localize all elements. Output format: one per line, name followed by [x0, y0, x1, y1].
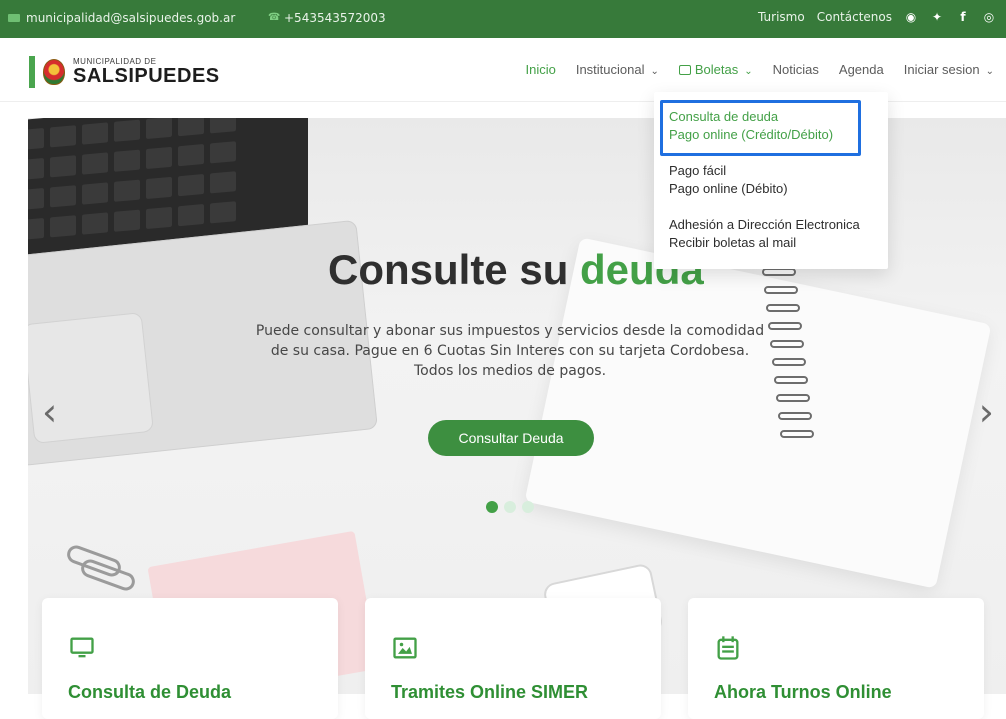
facebook-icon[interactable]: f [956, 10, 970, 24]
dropdown-item-pago-facil[interactable]: Pago fácil [669, 162, 873, 180]
spiral-ring [772, 358, 806, 366]
dropdown-group-2: Pago fácil Pago online (Débito) [669, 162, 873, 198]
keyboard-key [210, 118, 236, 134]
keyboard-key [114, 149, 140, 172]
keyboard-key [28, 157, 44, 181]
logo-text: MUNICIPALIDAD DE SALSIPUEDES [73, 58, 220, 87]
keyboard-key [50, 125, 76, 148]
keyboard-key [28, 127, 44, 151]
spiral-ring [770, 340, 804, 348]
whatsapp-icon[interactable]: ◉ [904, 10, 918, 24]
keyboard-key [178, 143, 204, 167]
chevron-down-icon: ⌄ [650, 66, 659, 77]
keyboard-key [210, 201, 236, 224]
keyboard-key [178, 118, 204, 137]
carousel-dot-1[interactable] [486, 501, 498, 513]
keyboard-key [28, 187, 44, 211]
card-ahora-turnos-online[interactable]: Ahora Turnos Online [688, 598, 984, 719]
card-title: Tramites Online SIMER [391, 682, 589, 702]
hero-title-part1: Consulte su [328, 246, 581, 293]
monitor-icon [68, 634, 96, 662]
nav-item-boletas[interactable]: Boletas ⌄ [678, 62, 753, 77]
nav-item-boletas-label: Boletas [694, 62, 739, 77]
keyboard-key [178, 203, 204, 227]
carousel-prev-icon[interactable]: ‹ [42, 390, 57, 434]
instagram-icon[interactable]: ◎ [982, 10, 996, 24]
keyboard-key [50, 185, 76, 208]
keyboard-key [146, 146, 172, 170]
twitter-icon[interactable]: ✦ [930, 10, 944, 24]
mail-icon [8, 14, 20, 22]
nav-item-iniciar-sesion[interactable]: Iniciar sesion ⌄ [904, 62, 994, 77]
keyboard-key [82, 212, 108, 235]
nav-menu: Inicio Institucional ⌄ Boletas ⌄ Noticias … [525, 62, 994, 77]
chevron-down-icon: ⌄ [744, 66, 753, 77]
nav-item-noticias[interactable]: Noticias [773, 62, 819, 77]
contactenos-link[interactable]: Contáctenos [817, 10, 892, 24]
spiral-ring [778, 412, 812, 420]
keyboard-key [146, 118, 172, 140]
keyboard-key [114, 119, 140, 142]
dropdown-group-3: Adhesión a Dirección Electronica Recibir… [669, 216, 873, 252]
email-text[interactable]: municipalidad@salsipuedes.gob.ar [26, 11, 235, 25]
spiral-ring [768, 322, 802, 330]
phone-contact[interactable]: ☎ +543543572003 [268, 11, 386, 25]
keyboard-key [210, 171, 236, 194]
logo-big-text: SALSIPUEDES [73, 65, 220, 87]
municipality-seal [43, 59, 65, 85]
phone-icon: ☎ [268, 12, 281, 23]
hero-subtitle: Puede consultar y abonar sus impuestos y… [255, 323, 765, 379]
hero-title: Consulte su deuda [328, 246, 704, 294]
paperclips-illustration [62, 542, 142, 594]
carousel-indicators [486, 501, 534, 513]
nav-item-iniciar-sesion-label: Iniciar sesion [903, 62, 980, 77]
keyboard-key [82, 152, 108, 175]
keyboard-key [178, 173, 204, 197]
nav-item-agenda[interactable]: Agenda [839, 62, 884, 77]
email-contact[interactable]: municipalidad@salsipuedes.gob.ar [8, 11, 235, 25]
nav-item-institucional-label: Institucional [575, 62, 645, 77]
keyboard-key [28, 217, 44, 241]
dropdown-item-adhesion-direccion-electronica[interactable]: Adhesión a Dirección Electronica [669, 216, 873, 234]
card-consulta-de-deuda[interactable]: Consulta de Deuda [42, 598, 338, 719]
calendar-icon [714, 634, 742, 662]
carousel-next-icon[interactable]: › [979, 390, 994, 434]
keyboard-key [210, 141, 236, 164]
site-logo[interactable]: MUNICIPALIDAD DE SALSIPUEDES [29, 56, 220, 88]
dropdown-item-pago-online-debito[interactable]: Pago online (Débito) [669, 180, 873, 198]
image-icon [391, 634, 419, 662]
nav-item-inicio[interactable]: Inicio [525, 62, 555, 77]
feature-cards: Consulta de Deuda Tramites Online SIMER … [42, 598, 984, 719]
spiral-ring [762, 268, 796, 276]
spiral-ring [766, 304, 800, 312]
keyboard-key [146, 176, 172, 200]
consultar-deuda-button[interactable]: Consultar Deuda [428, 420, 594, 456]
phone-text[interactable]: +543543572003 [284, 11, 386, 25]
spiral-ring [780, 430, 814, 438]
carousel-dot-2[interactable] [504, 501, 516, 513]
top-bar: municipalidad@salsipuedes.gob.ar ☎ +5435… [0, 0, 1006, 38]
keyboard-key [50, 215, 76, 238]
printer-icon [678, 65, 691, 75]
nav-item-institucional[interactable]: Institucional ⌄ [576, 62, 659, 77]
carousel-dot-3[interactable] [522, 501, 534, 513]
turismo-link[interactable]: Turismo [758, 10, 805, 24]
keyboard-key [82, 122, 108, 145]
keyboard-key [114, 179, 140, 202]
keyboard-key [146, 206, 172, 230]
card-tramites-online-simer[interactable]: Tramites Online SIMER [365, 598, 661, 719]
spiral-ring [774, 376, 808, 384]
topbar-links: Turismo Contáctenos ◉ ✦ f ◎ [758, 10, 996, 24]
logo-accent-bar [29, 56, 35, 88]
card-title: Consulta de Deuda [68, 682, 232, 702]
dropdown-item-recibir-boletas-mail[interactable]: Recibir boletas al mail [669, 234, 873, 252]
keyboard-key [114, 209, 140, 232]
chevron-down-icon: ⌄ [985, 66, 994, 77]
card-title: Ahora Turnos Online [714, 682, 892, 702]
spiral-ring [764, 286, 798, 294]
keyboard-key [50, 155, 76, 178]
spiral-ring [776, 394, 810, 402]
keyboard-key [82, 182, 108, 205]
highlight-box [660, 100, 861, 156]
